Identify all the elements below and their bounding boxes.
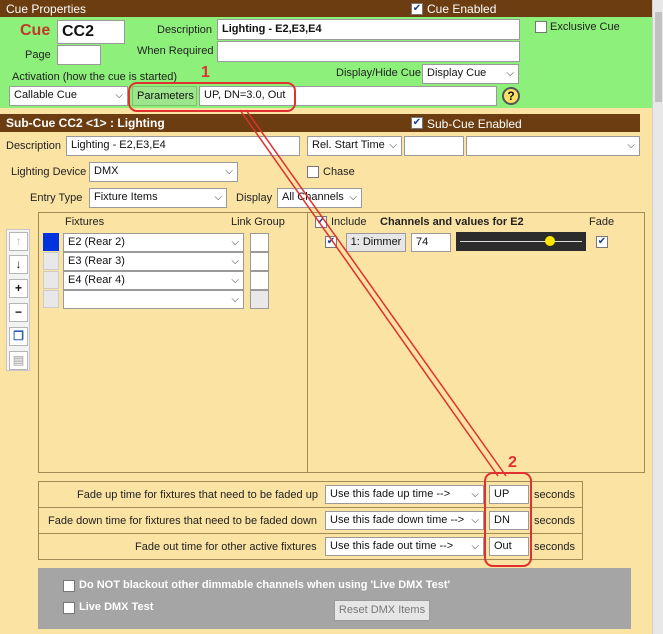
parameters-highlight: [128, 82, 296, 112]
annotation-1: 1: [201, 64, 210, 81]
annotation-overlay: [128, 82, 532, 567]
connector-line: [239, 109, 499, 477]
connector-line: [245, 109, 507, 477]
fade-values-highlight: [484, 472, 532, 567]
annotation-2: 2: [508, 454, 517, 471]
